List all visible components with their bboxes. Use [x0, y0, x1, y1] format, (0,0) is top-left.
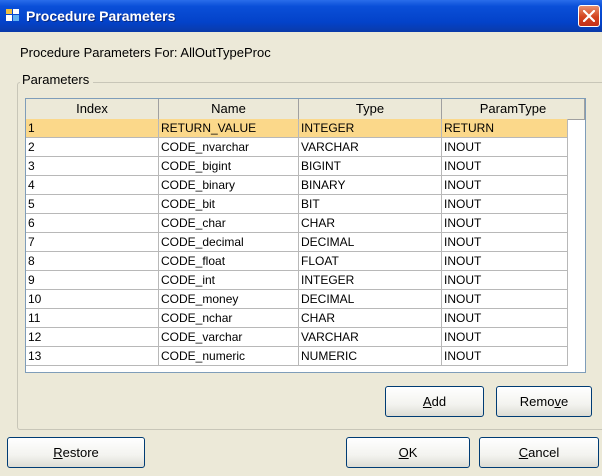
- app-icon: [6, 9, 19, 21]
- add-button-label: Add: [422, 394, 447, 409]
- cell-paramtype[interactable]: RETURN: [442, 119, 568, 138]
- table-row[interactable]: 12 CODE_varchar VARCHAR INOUT: [26, 328, 568, 347]
- remove-button-label: Remove: [519, 394, 569, 409]
- cell-name[interactable]: RETURN_VALUE: [159, 119, 299, 138]
- cell-index[interactable]: 9: [26, 271, 159, 290]
- cell-paramtype[interactable]: INOUT: [442, 233, 568, 252]
- cell-index[interactable]: 10: [26, 290, 159, 309]
- column-header-type[interactable]: Type: [299, 99, 442, 119]
- cell-index[interactable]: 7: [26, 233, 159, 252]
- cell-type[interactable]: DECIMAL: [299, 233, 442, 252]
- cell-paramtype[interactable]: INOUT: [442, 214, 568, 233]
- cell-type[interactable]: CHAR: [299, 309, 442, 328]
- cell-name[interactable]: CODE_float: [159, 252, 299, 271]
- cell-index[interactable]: 6: [26, 214, 159, 233]
- column-header-name[interactable]: Name: [159, 99, 299, 119]
- cell-index[interactable]: 5: [26, 195, 159, 214]
- table-header: Index Name Type ParamType: [26, 99, 585, 120]
- cell-type[interactable]: INTEGER: [299, 119, 442, 138]
- dialog-heading: Procedure Parameters For: AllOutTypeProc: [20, 45, 271, 60]
- parameters-group-label: Parameters: [20, 72, 94, 87]
- cell-name[interactable]: CODE_char: [159, 214, 299, 233]
- cell-paramtype[interactable]: INOUT: [442, 347, 568, 366]
- cell-name[interactable]: CODE_nchar: [159, 309, 299, 328]
- parameters-table[interactable]: Index Name Type ParamType 1 RETURN_VALUE I…: [25, 98, 586, 373]
- cell-index[interactable]: 13: [26, 347, 159, 366]
- cell-index[interactable]: 8: [26, 252, 159, 271]
- cell-paramtype[interactable]: INOUT: [442, 138, 568, 157]
- remove-button[interactable]: Remove: [496, 386, 592, 417]
- close-button[interactable]: [578, 5, 600, 27]
- scroll-up-button[interactable]: [585, 100, 586, 117]
- scroll-down-button[interactable]: [585, 355, 586, 372]
- cell-type[interactable]: INTEGER: [299, 271, 442, 290]
- table-row[interactable]: 7 CODE_decimal DECIMAL INOUT: [26, 233, 568, 252]
- cell-name[interactable]: CODE_bigint: [159, 157, 299, 176]
- vertical-scrollbar[interactable]: [585, 100, 586, 372]
- cell-paramtype[interactable]: INOUT: [442, 195, 568, 214]
- cell-paramtype[interactable]: INOUT: [442, 290, 568, 309]
- cell-type[interactable]: BIGINT: [299, 157, 442, 176]
- table-row[interactable]: 1 RETURN_VALUE INTEGER RETURN: [26, 119, 568, 138]
- table-row[interactable]: 10 CODE_money DECIMAL INOUT: [26, 290, 568, 309]
- cell-type[interactable]: NUMERIC: [299, 347, 442, 366]
- cell-index[interactable]: 12: [26, 328, 159, 347]
- cell-name[interactable]: CODE_nvarchar: [159, 138, 299, 157]
- ok-button-label: OK: [398, 445, 418, 460]
- cell-type[interactable]: BINARY: [299, 176, 442, 195]
- ok-button[interactable]: OK: [346, 437, 470, 468]
- table-row[interactable]: 9 CODE_int INTEGER INOUT: [26, 271, 568, 290]
- title-bar: Procedure Parameters: [0, 0, 602, 32]
- restore-button-label: Restore: [53, 445, 99, 460]
- cell-paramtype[interactable]: INOUT: [442, 271, 568, 290]
- column-header-index[interactable]: Index: [26, 99, 159, 119]
- cell-index[interactable]: 2: [26, 138, 159, 157]
- table-row[interactable]: 4 CODE_binary BINARY INOUT: [26, 176, 568, 195]
- cell-paramtype[interactable]: INOUT: [442, 176, 568, 195]
- cell-name[interactable]: CODE_binary: [159, 176, 299, 195]
- cell-type[interactable]: VARCHAR: [299, 328, 442, 347]
- cell-name[interactable]: CODE_varchar: [159, 328, 299, 347]
- close-icon: [583, 10, 595, 22]
- cell-index[interactable]: 4: [26, 176, 159, 195]
- cell-type[interactable]: DECIMAL: [299, 290, 442, 309]
- table-row[interactable]: 13 CODE_numeric NUMERIC INOUT: [26, 347, 568, 366]
- cell-name[interactable]: CODE_numeric: [159, 347, 299, 366]
- scrollbar-thumb[interactable]: [585, 119, 586, 242]
- table-row[interactable]: 11 CODE_nchar CHAR INOUT: [26, 309, 568, 328]
- table-row[interactable]: 8 CODE_float FLOAT INOUT: [26, 252, 568, 271]
- table-row[interactable]: 2 CODE_nvarchar VARCHAR INOUT: [26, 138, 568, 157]
- cell-index[interactable]: 3: [26, 157, 159, 176]
- cell-paramtype[interactable]: INOUT: [442, 157, 568, 176]
- cell-type[interactable]: FLOAT: [299, 252, 442, 271]
- table-row[interactable]: 3 CODE_bigint BIGINT INOUT: [26, 157, 568, 176]
- column-header-paramtype[interactable]: ParamType: [442, 99, 585, 119]
- cell-paramtype[interactable]: INOUT: [442, 252, 568, 271]
- cell-paramtype[interactable]: INOUT: [442, 309, 568, 328]
- cell-name[interactable]: CODE_int: [159, 271, 299, 290]
- cancel-button[interactable]: Cancel: [479, 437, 599, 468]
- table-row[interactable]: 5 CODE_bit BIT INOUT: [26, 195, 568, 214]
- add-button[interactable]: Add: [385, 386, 484, 417]
- window-title: Procedure Parameters: [26, 8, 176, 24]
- cell-index[interactable]: 1: [26, 119, 159, 138]
- restore-button[interactable]: Restore: [7, 437, 145, 468]
- table-row[interactable]: 6 CODE_char CHAR INOUT: [26, 214, 568, 233]
- cell-name[interactable]: CODE_decimal: [159, 233, 299, 252]
- cell-type[interactable]: CHAR: [299, 214, 442, 233]
- cell-type[interactable]: BIT: [299, 195, 442, 214]
- cell-type[interactable]: VARCHAR: [299, 138, 442, 157]
- cell-index[interactable]: 11: [26, 309, 159, 328]
- cell-paramtype[interactable]: INOUT: [442, 328, 568, 347]
- cell-name[interactable]: CODE_bit: [159, 195, 299, 214]
- cell-name[interactable]: CODE_money: [159, 290, 299, 309]
- cancel-button-label: Cancel: [518, 445, 560, 460]
